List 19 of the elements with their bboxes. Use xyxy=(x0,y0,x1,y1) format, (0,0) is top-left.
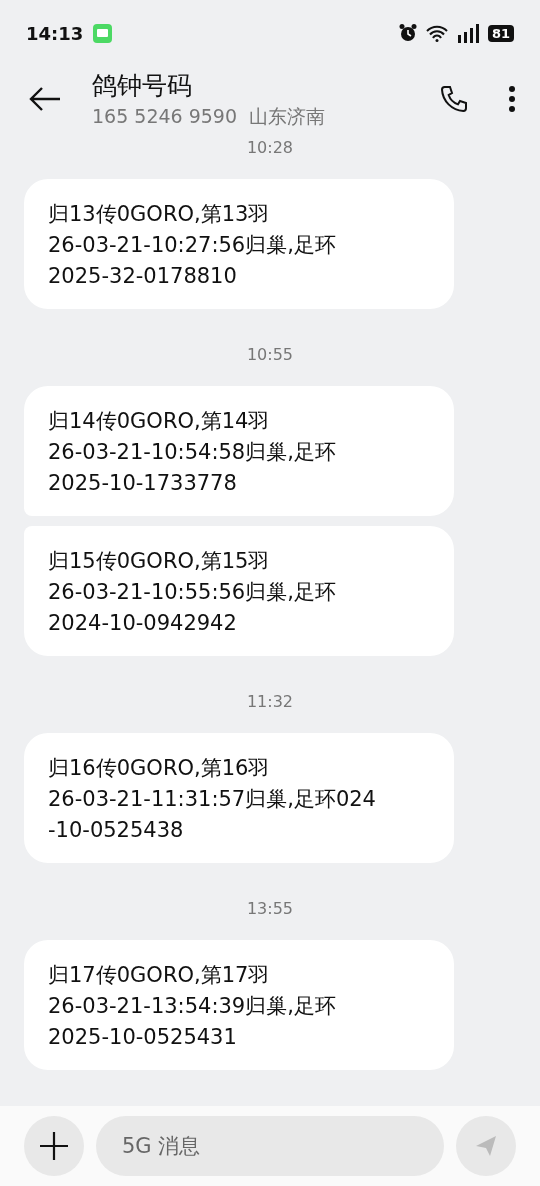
wifi-icon xyxy=(425,24,448,42)
message-timestamp: 11:32 xyxy=(246,691,294,711)
message-bubble: 归14传0GORO,第14羽 26-03-21-10:54:58归巢,足环 2025-10-1733778 xyxy=(24,385,454,516)
message-timestamp: 10:28 xyxy=(246,137,294,157)
status-time: 14:13 xyxy=(26,22,84,44)
plus-icon xyxy=(39,1130,69,1161)
message-timestamp: 13:55 xyxy=(246,898,294,918)
signal-icon xyxy=(455,23,480,44)
message-input-field[interactable]: 5G 消息 xyxy=(96,1115,444,1176)
message-bubble: 归16传0GORO,第16羽 26-03-21-11:31:57归巢,足环024 -10-0525438 xyxy=(24,732,454,863)
battery-indicator: 81 xyxy=(487,24,514,42)
message-app-icon xyxy=(93,23,113,43)
message-bubble: 归13传0GORO,第13羽 26-03-21-10:27:56归巢,足环 2025-32-0178810 xyxy=(24,178,454,309)
message-timestamp: 10:55 xyxy=(246,344,294,364)
contact-name: 鸽钟号码 xyxy=(92,69,193,102)
message-bubble: 归15传0GORO,第15羽 26-03-21-10:55:56归巢,足环 2024-10-0942942 xyxy=(24,525,454,656)
contact-number: 165 5246 9590 山东济南 xyxy=(92,103,327,129)
message-bubble: 归17传0GORO,第17羽 26-03-21-13:54:39归巢,足环 2025-10-0525431 xyxy=(24,939,454,1070)
alarm-icon xyxy=(397,23,418,44)
